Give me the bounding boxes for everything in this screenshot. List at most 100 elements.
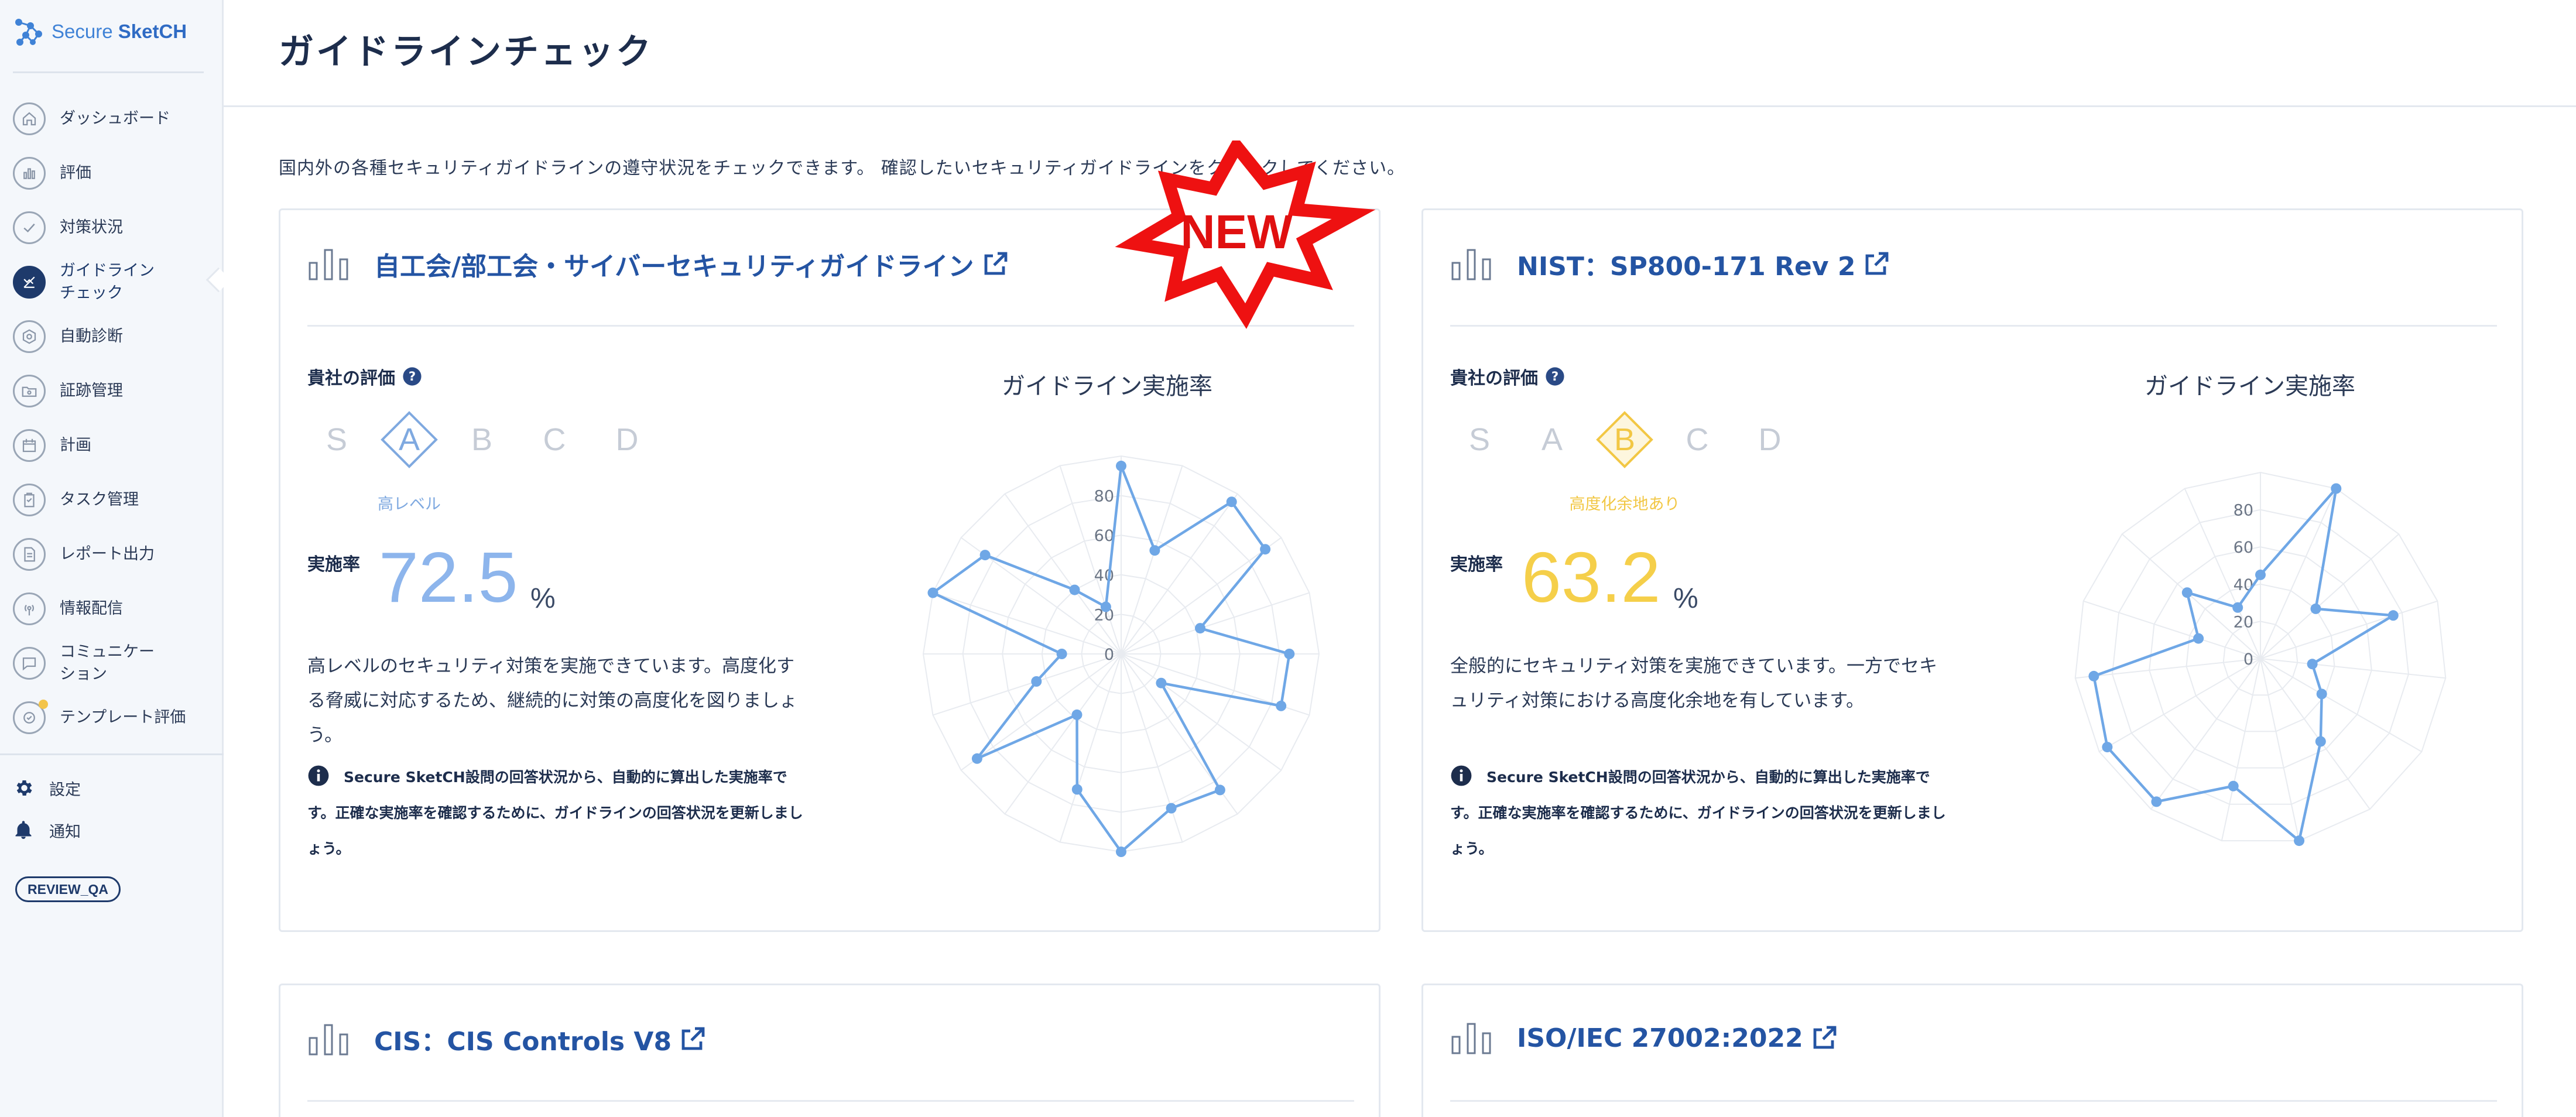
sidebar-item-label: ガイドライン チェック (60, 261, 155, 302)
external-link-icon[interactable] (981, 250, 1009, 278)
eval-label: 貴社の評価 ? (1450, 364, 1565, 389)
calendar-icon (13, 429, 46, 462)
sidebar-item-4[interactable]: 自動診断 (13, 309, 212, 364)
card-header[interactable]: CIS：CIS Controls V8 (307, 1020, 707, 1058)
account-badge[interactable]: REVIEW_QA (15, 876, 121, 902)
radar-axis (1121, 493, 1238, 655)
active-indicator (205, 267, 231, 293)
radar-data-point (1276, 700, 1287, 711)
sidebar-item-9[interactable]: 情報配信 (13, 581, 212, 636)
card-title[interactable]: 自工会/部工会・サイバーセキュリティガイドライン (374, 245, 974, 283)
sidebar-item-notify[interactable]: 通知 (13, 809, 81, 851)
card-header[interactable]: NIST：SP800-171 Rev 2 (1450, 245, 1890, 283)
app-logo[interactable]: Secure SketCH (13, 15, 187, 48)
card-title[interactable]: NIST：SP800-171 Rev 2 (1517, 245, 1855, 283)
grade-d: D (1758, 422, 1782, 457)
divider (224, 105, 2576, 107)
info-icon (1451, 765, 1472, 786)
radar-axis (1059, 653, 1122, 842)
radar-data-point (2294, 835, 2305, 847)
radar-data-point (2193, 633, 2204, 644)
radar-data-point (2316, 688, 2327, 700)
sidebar: Secure SketCH ダッシュボード評価 対策状況ガイドライン チェック自動… (0, 0, 231, 1117)
guideline-card-iso[interactable]: ISO/IEC 27002:2022 (1421, 984, 2523, 1117)
radar-data-point (1166, 803, 1177, 814)
grade-caption: 高度化余地あり (1569, 495, 1680, 513)
sidebar-item-1[interactable]: 評価 (13, 146, 212, 200)
bar-chart-icon (1451, 249, 1491, 280)
grade-s: S (1468, 422, 1491, 457)
external-link-icon[interactable] (679, 1025, 707, 1053)
sidebar-item-8[interactable]: レポート出力 (13, 527, 212, 581)
sidebar-item-label: 情報配信 (60, 599, 123, 618)
radar-data-point (1214, 784, 1225, 796)
broadcast-icon (13, 592, 46, 625)
card-header[interactable]: ISO/IEC 27002:2022 (1450, 1020, 1838, 1056)
sidebar-item-5[interactable]: 証跡管理 (13, 364, 212, 418)
external-link-icon[interactable] (1862, 250, 1890, 278)
guideline-card-nist[interactable]: NIST：SP800-171 Rev 2 貴社の評価 ? S A B C D 実施率 6… (1421, 208, 2523, 932)
document-icon (13, 537, 46, 571)
help-icon[interactable]: ? (402, 366, 422, 386)
sidebar-item-label: 通知 (49, 823, 81, 841)
sidebar-item-settings[interactable]: 設定 (13, 767, 81, 809)
radar-data-point (1156, 677, 1167, 688)
sidebar-item-10[interactable]: コミュニケー ション (13, 636, 212, 690)
rate-value: 72.5 (379, 537, 518, 617)
sidebar-item-6[interactable]: 計画 (13, 418, 212, 472)
rate-description: 全般的にセキュリティ対策を実施できています。一方でセキュリティ対策における高度化… (1450, 656, 1938, 711)
radar-axis (1121, 465, 1183, 655)
radar-data-point (1069, 584, 1080, 595)
radar-data-point (2255, 569, 2266, 580)
radar-data-point (2310, 603, 2321, 614)
rate-value: 63.2 (1522, 537, 1661, 617)
sidebar-item-0[interactable]: ダッシュボード (13, 91, 212, 146)
sidebar-item-2[interactable]: 対策状況 (13, 200, 212, 255)
bell-icon (15, 821, 32, 839)
radar-data-point (2387, 610, 2399, 621)
radar-title: ガイドライン実施率 (2145, 373, 2355, 400)
radar-chart: 020406080 (922, 455, 1320, 857)
card-title[interactable]: ISO/IEC 27002:2022 (1517, 1023, 1803, 1053)
sidebar-item-7[interactable]: タスク管理 (13, 472, 212, 527)
card-header[interactable]: 自工会/部工会・サイバーセキュリティガイドライン (307, 245, 1009, 283)
grade-c: C (543, 422, 566, 457)
radar-data-point (2315, 736, 2326, 747)
chat-icon (13, 646, 46, 680)
divider (1450, 1100, 2497, 1102)
help-icon[interactable]: ? (1545, 366, 1565, 386)
radar-data-point (2331, 483, 2342, 494)
radar-data-point (1031, 676, 1042, 687)
info-icon (308, 765, 329, 786)
sidebar-item-3[interactable]: ガイドライン チェック (13, 255, 231, 309)
radar-chart: 020406080 (2074, 471, 2447, 847)
svg-text:?: ? (409, 369, 416, 384)
divider (307, 1100, 1354, 1102)
radar-tick-label: 60 (1094, 527, 1114, 545)
radar-data-point (1260, 544, 1271, 555)
sidebar-item-label: レポート出力 (60, 544, 155, 563)
divider (13, 71, 204, 73)
chart-icon (13, 156, 46, 190)
radar-data-point (2102, 742, 2113, 753)
external-link-icon[interactable] (1810, 1024, 1838, 1052)
app-title: Secure SketCH (52, 20, 187, 42)
sidebar-item-label: 自動診断 (60, 327, 123, 345)
guideline-card-cis[interactable]: CIS：CIS Controls V8 (279, 984, 1381, 1117)
radar-tick-label: 20 (2234, 613, 2253, 631)
grade-d: D (615, 422, 639, 457)
sidebar-secondary: 設定 通知 (13, 767, 81, 851)
sidebar-item-label: コミュニケー ション (60, 642, 155, 683)
hexagon-icon (13, 320, 46, 353)
card-title[interactable]: CIS：CIS Controls V8 (374, 1020, 672, 1058)
radar-axis (1121, 537, 1282, 655)
sidebar-item-11[interactable]: テンプレート評価 (13, 690, 212, 745)
radar-tick-label: 80 (2234, 502, 2253, 520)
sidebar-item-label: ダッシュボード (60, 109, 170, 128)
clipboard-icon (13, 483, 46, 516)
sidebar-item-label: 設定 (49, 780, 81, 799)
sidebar-nav: ダッシュボード評価 対策状況ガイドライン チェック自動診断証跡管理 計画 タスク管理レ… (13, 91, 231, 745)
radar-data-point (927, 587, 938, 598)
radar-data-point (1116, 460, 1126, 471)
radar-axis (960, 653, 1122, 771)
